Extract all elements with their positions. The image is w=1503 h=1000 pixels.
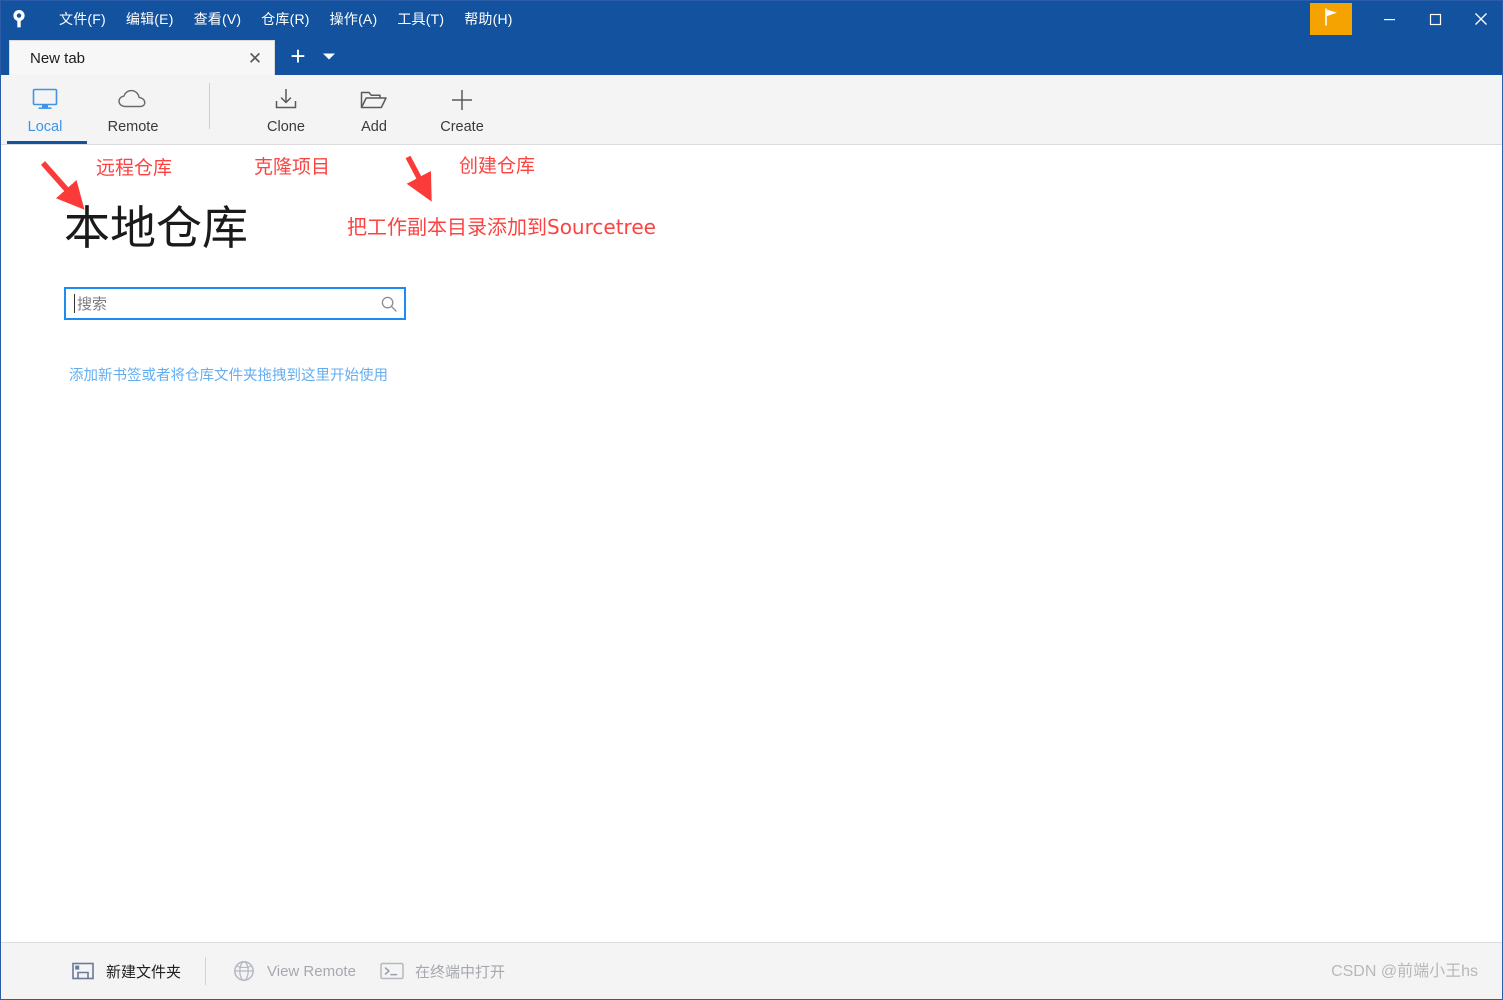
annotation-add-description: 把工作副本目录添加到Sourcetree — [347, 215, 656, 239]
chevron-down-icon[interactable] — [315, 39, 343, 73]
toolbar-item-local-label: Local — [27, 119, 63, 135]
toolbar-item-local[interactable]: Local — [1, 75, 89, 144]
toolbar-item-create[interactable]: Create — [418, 75, 506, 143]
annotation-arrow-to-local — [40, 161, 85, 210]
flag-button[interactable] — [1310, 3, 1352, 35]
annotation-create-label: 创建仓库 — [459, 155, 536, 177]
empty-bookmarks-hint[interactable]: 添加新书签或者将仓库文件夹拖拽到这里开始使用 — [69, 364, 388, 385]
view-remote-button[interactable]: View Remote — [222, 951, 364, 991]
annotation-remote-label: 远程仓库 — [96, 157, 173, 179]
new-folder-button[interactable]: 新建文件夹 — [61, 951, 189, 991]
menu-item-repository[interactable]: 仓库(R) — [251, 5, 319, 33]
menu-item-edit[interactable]: 编辑(E) — [116, 5, 184, 33]
sourcetree-window: 文件(F) 编辑(E) 查看(V) 仓库(R) 操作(A) 工具(T) 帮助(H… — [0, 0, 1503, 1000]
tab-close-icon[interactable]: ✕ — [244, 47, 266, 69]
new-folder-label: 新建文件夹 — [106, 963, 182, 981]
new-folder-icon — [69, 959, 97, 983]
menu-item-view[interactable]: 查看(V) — [184, 5, 252, 33]
tab-new-tab[interactable]: New tab ✕ — [9, 40, 275, 75]
search-placeholder: 搜索 — [77, 296, 108, 313]
search-icon[interactable] — [374, 295, 404, 313]
open-in-terminal-button[interactable]: 在终端中打开 — [370, 951, 513, 991]
plus-icon — [449, 83, 475, 117]
content-area: 本地仓库 搜索 添加新书签或者将仓库文件夹拖拽到这里开始使用 — [1, 145, 1502, 942]
menu-item-edit-label: 编辑(E) — [125, 11, 174, 27]
menu-item-view-label: 查看(V) — [193, 11, 242, 27]
monitor-icon — [30, 83, 60, 117]
menu-bar: 文件(F) 编辑(E) 查看(V) 仓库(R) 操作(A) 工具(T) 帮助(H… — [49, 1, 523, 37]
toolbar-item-add-label: Add — [361, 119, 387, 135]
close-button[interactable] — [1458, 1, 1502, 37]
folder-open-icon — [358, 83, 390, 117]
toolbar-item-remote-label: Remote — [107, 119, 159, 135]
menu-item-file[interactable]: 文件(F) — [49, 5, 116, 33]
toolbar-item-remote[interactable]: Remote — [89, 75, 177, 143]
menu-item-help-label: 帮助(H) — [464, 11, 513, 27]
watermark: CSDN @前端小王hs — [1331, 963, 1478, 980]
menu-item-actions[interactable]: 操作(A) — [320, 5, 388, 33]
status-bar: 新建文件夹 View Remote 在终端中打开 — [1, 942, 1502, 999]
menu-item-repository-label: 仓库(R) — [261, 11, 310, 27]
terminal-icon — [378, 959, 406, 983]
toolbar-item-add[interactable]: Add — [330, 75, 418, 143]
minimize-button[interactable] — [1366, 1, 1412, 37]
menu-item-help[interactable]: 帮助(H) — [454, 5, 522, 33]
tab-strip: New tab ✕ + — [1, 37, 1502, 75]
toolbar-active-underline — [7, 141, 87, 144]
annotation-arrow-to-add — [405, 155, 432, 202]
menu-item-file-label: 文件(F) — [59, 11, 106, 27]
flag-icon — [1322, 7, 1340, 32]
toolbar-item-clone[interactable]: Clone — [242, 75, 330, 143]
annotation-clone-label: 克隆项目 — [254, 156, 331, 178]
new-tab-button[interactable]: + — [281, 39, 315, 73]
cloud-icon — [116, 83, 150, 117]
sourcetree-logo-icon — [1, 1, 37, 37]
toolbar-item-create-label: Create — [440, 119, 484, 135]
maximize-button[interactable] — [1412, 1, 1458, 37]
status-divider — [205, 957, 207, 985]
view-remote-label: View Remote — [267, 962, 356, 980]
search-input[interactable]: 搜索 — [64, 287, 406, 320]
title-bar: 文件(F) 编辑(E) 查看(V) 仓库(R) 操作(A) 工具(T) 帮助(H… — [1, 1, 1502, 37]
open-in-terminal-label: 在终端中打开 — [414, 963, 505, 981]
menu-item-actions-label: 操作(A) — [329, 11, 378, 27]
tab-new-tab-label: New tab — [30, 49, 86, 67]
menu-item-tools[interactable]: 工具(T) — [387, 5, 454, 33]
download-icon — [272, 83, 300, 117]
toolbar-item-clone-label: Clone — [267, 119, 305, 135]
toolbar-divider — [209, 83, 210, 129]
menu-item-tools-label: 工具(T) — [397, 11, 445, 27]
globe-icon — [230, 959, 258, 983]
toolbar: Local Remote Clone Add Create — [1, 75, 1502, 145]
